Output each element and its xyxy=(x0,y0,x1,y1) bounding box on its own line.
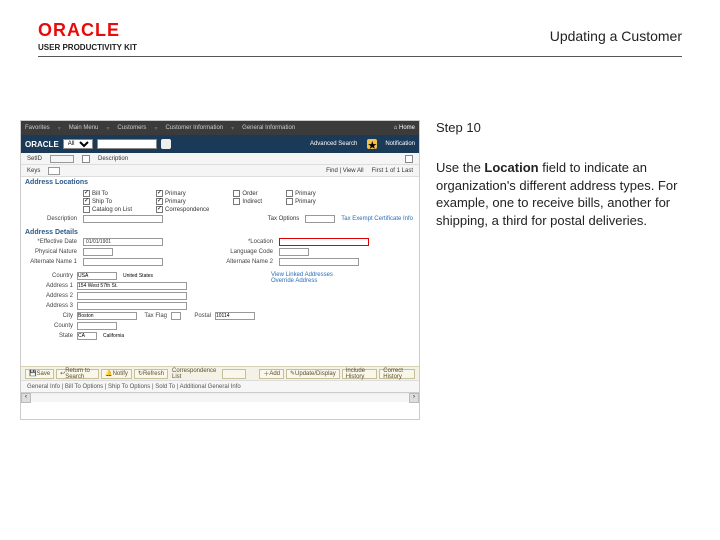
product-sub: USER PRODUCTIVITY KIT xyxy=(38,43,682,52)
addr1-input[interactable]: 154 West 57th St. xyxy=(77,282,187,290)
cb-primary4[interactable] xyxy=(286,198,293,205)
search-type-select[interactable]: All xyxy=(63,139,93,149)
cb-primary1[interactable] xyxy=(156,190,163,197)
alt2-input[interactable] xyxy=(279,258,359,266)
oracle-toolbar: ORACLE All Advanced Search ★ Notificatio… xyxy=(21,135,419,153)
refresh-button[interactable]: ↻ Refresh xyxy=(134,369,168,379)
description-input[interactable] xyxy=(83,215,163,223)
history-button[interactable]: Include History xyxy=(342,369,378,379)
home-icon[interactable]: ⌂ Home xyxy=(394,125,415,131)
county-input[interactable] xyxy=(77,322,117,330)
h-scrollbar[interactable]: ‹ › xyxy=(21,392,419,402)
override-link[interactable]: Override Address xyxy=(271,278,413,284)
save-button[interactable]: 💾 Save xyxy=(25,369,54,379)
location-input[interactable] xyxy=(279,238,369,246)
tax-input[interactable] xyxy=(305,215,335,223)
correct-button[interactable]: Correct History xyxy=(379,369,415,379)
scroll-left-icon[interactable]: ‹ xyxy=(21,393,31,403)
notify-button[interactable]: 🔔 Notify xyxy=(101,369,132,379)
alt1-input[interactable] xyxy=(83,258,163,266)
section-address-locations: Address Locations xyxy=(21,177,419,186)
oracle-bar-logo: ORACLE xyxy=(25,140,59,149)
step-label: Step 10 xyxy=(436,120,696,135)
cb-corresp[interactable] xyxy=(156,206,163,213)
lang-input[interactable] xyxy=(279,248,309,256)
nav-row: Keys Find | View All First 1 of 1 Last xyxy=(21,165,419,177)
state-input[interactable]: CA xyxy=(77,332,97,340)
taxflag-input[interactable] xyxy=(171,312,181,320)
cb-shipto[interactable] xyxy=(83,198,90,205)
scroll-right-icon[interactable]: › xyxy=(409,393,419,403)
addr3-input[interactable] xyxy=(77,302,187,310)
addr2-input[interactable] xyxy=(77,292,187,300)
filter-row: SetID Description xyxy=(21,153,419,165)
instruction-panel: Step 10 Use the Location field to indica… xyxy=(432,120,700,520)
search-cb[interactable] xyxy=(405,155,413,163)
cb-primary3[interactable] xyxy=(286,190,293,197)
app-menubar: Favorites▾ Main Menu▾ Customers▾ Custome… xyxy=(21,121,419,135)
return-button[interactable]: ↩ Return to Search xyxy=(56,369,99,379)
cb-indirect[interactable] xyxy=(233,198,240,205)
country-input[interactable]: USA xyxy=(77,272,117,280)
cb-cat[interactable] xyxy=(83,206,90,213)
search-icon[interactable] xyxy=(161,139,171,149)
postal-input[interactable]: 10114 xyxy=(215,312,255,320)
corr-select[interactable] xyxy=(222,369,245,379)
cb-order[interactable] xyxy=(233,190,240,197)
menu-favorites[interactable]: Favorites xyxy=(25,125,50,131)
bottom-toolbar: 💾 Save ↩ Return to Search 🔔 Notify ↻ Ref… xyxy=(21,366,419,380)
page-title: Updating a Customer xyxy=(550,28,682,44)
city-input[interactable]: Boston xyxy=(77,312,137,320)
header-divider xyxy=(38,56,682,57)
tax-link[interactable]: Tax Exempt Certificate Info xyxy=(341,216,413,222)
screenshot-thumbnail: Favorites▾ Main Menu▾ Customers▾ Custome… xyxy=(20,120,420,420)
checkbox-filter[interactable] xyxy=(82,155,90,163)
cb-primary2[interactable] xyxy=(156,198,163,205)
menu-customers[interactable]: Customers xyxy=(117,125,146,131)
add-button[interactable]: ＋ Add xyxy=(259,369,284,379)
menu-general[interactable]: General Information xyxy=(242,125,295,131)
instruction-text: Use the Location field to indicate an or… xyxy=(436,159,696,229)
update-button[interactable]: ✎ Update/Display xyxy=(286,369,340,379)
menu-main[interactable]: Main Menu xyxy=(69,125,99,131)
advanced-search-link[interactable]: Advanced Search xyxy=(310,141,357,147)
phys-input[interactable] xyxy=(83,248,113,256)
notifications-label[interactable]: Notification xyxy=(385,141,415,147)
menu-cust-info[interactable]: Customer Information xyxy=(165,125,223,131)
eff-date-input[interactable]: 01/01/1901 xyxy=(83,238,163,246)
add-fav-icon[interactable]: ★ xyxy=(367,139,377,149)
search-input[interactable] xyxy=(97,139,157,149)
status-bar: General Info | Bill To Options | Ship To… xyxy=(21,380,419,392)
section-address-details: Address Details xyxy=(21,227,419,236)
cb-billto[interactable] xyxy=(83,190,90,197)
